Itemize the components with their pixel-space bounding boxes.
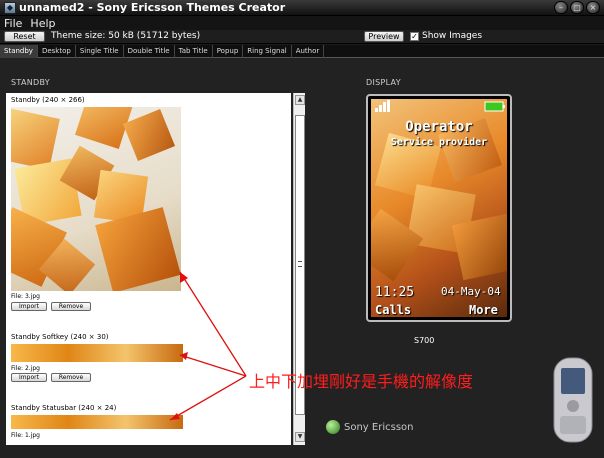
- phone-status-bar: [371, 99, 507, 113]
- clock-text: 11:25: [375, 285, 415, 300]
- signal-bar-2: [379, 105, 382, 112]
- phone-screen: Operator Service provider 11:25 04-May-0…: [371, 99, 507, 317]
- menu-file[interactable]: File: [4, 17, 22, 30]
- signal-bar-4: [387, 100, 390, 112]
- phone-handset-icon: [553, 357, 593, 443]
- minimize-icon[interactable]: –: [554, 1, 568, 14]
- arrowhead-standby: [180, 272, 188, 283]
- sony-ericsson-logo-icon: [326, 420, 340, 434]
- tab-double-title[interactable]: Double Title: [124, 45, 175, 58]
- tab-single-title[interactable]: Single Title: [76, 45, 124, 58]
- tab-popup[interactable]: Popup: [213, 45, 244, 58]
- menu-bar: File Help: [0, 16, 604, 30]
- show-images-label: Show Images: [422, 31, 483, 41]
- window-controls: – □ ×: [554, 1, 600, 14]
- brand: Sony Ericsson: [326, 420, 413, 434]
- arrow-to-statusbar: [169, 375, 247, 421]
- window-title: unnamed2 - Sony Ericsson Themes Creator: [19, 1, 286, 14]
- tab-author[interactable]: Author: [292, 45, 325, 58]
- handset-joystick: [567, 400, 579, 412]
- operator-text: Operator: [405, 119, 473, 135]
- more-softkey: More: [469, 303, 498, 317]
- theme-size-text: Theme size: 50 kB (51712 bytes): [51, 31, 201, 41]
- annotation-text: 上中下加埋剛好是手機的解像度: [249, 372, 474, 391]
- handset-keypad: [560, 416, 586, 434]
- brand-name: Sony Ericsson: [344, 421, 414, 433]
- battery-tip: [503, 105, 505, 108]
- show-images-checkbox[interactable]: ✓: [410, 32, 419, 41]
- main-area: STANDBY DISPLAY Standby (240 × 266) File…: [0, 58, 604, 458]
- handset-screen: [561, 368, 585, 394]
- tab-ring-signal[interactable]: Ring Signal: [243, 45, 292, 58]
- phone-preview: Operator Service provider 11:25 04-May-0…: [366, 94, 512, 322]
- battery-icon: [484, 101, 504, 112]
- annotation-arrows: [169, 271, 247, 421]
- maximize-icon[interactable]: □: [570, 1, 584, 14]
- arrowhead-statusbar: [170, 413, 180, 420]
- tab-standby[interactable]: Standby: [0, 45, 38, 58]
- service-provider-text: Service provider: [390, 137, 488, 148]
- close-icon[interactable]: ×: [586, 1, 600, 14]
- tab-tab-title[interactable]: Tab Title: [175, 45, 213, 58]
- tab-desktop[interactable]: Desktop: [38, 45, 76, 58]
- date-text: 04-May-04: [441, 285, 501, 298]
- signal-bar-3: [383, 102, 386, 112]
- phone-model-label: S700: [414, 336, 435, 345]
- arrow-to-standby: [179, 271, 247, 377]
- status-icons: [375, 100, 505, 112]
- signal-bar-1: [375, 108, 378, 112]
- calls-softkey: Calls: [375, 303, 412, 317]
- menu-help[interactable]: Help: [30, 17, 55, 30]
- toolbar: Reset Theme size: 50 kB (51712 bytes) Pr…: [0, 30, 604, 44]
- preview-button[interactable]: Preview: [364, 31, 404, 42]
- tab-bar: Standby Desktop Single Title Double Titl…: [0, 45, 604, 58]
- app-icon[interactable]: ◆: [4, 1, 16, 14]
- arrow-to-softkey: [179, 354, 247, 377]
- title-bar: ◆ unnamed2 - Sony Ericsson Themes Creato…: [0, 0, 604, 16]
- reset-button[interactable]: Reset: [4, 31, 45, 42]
